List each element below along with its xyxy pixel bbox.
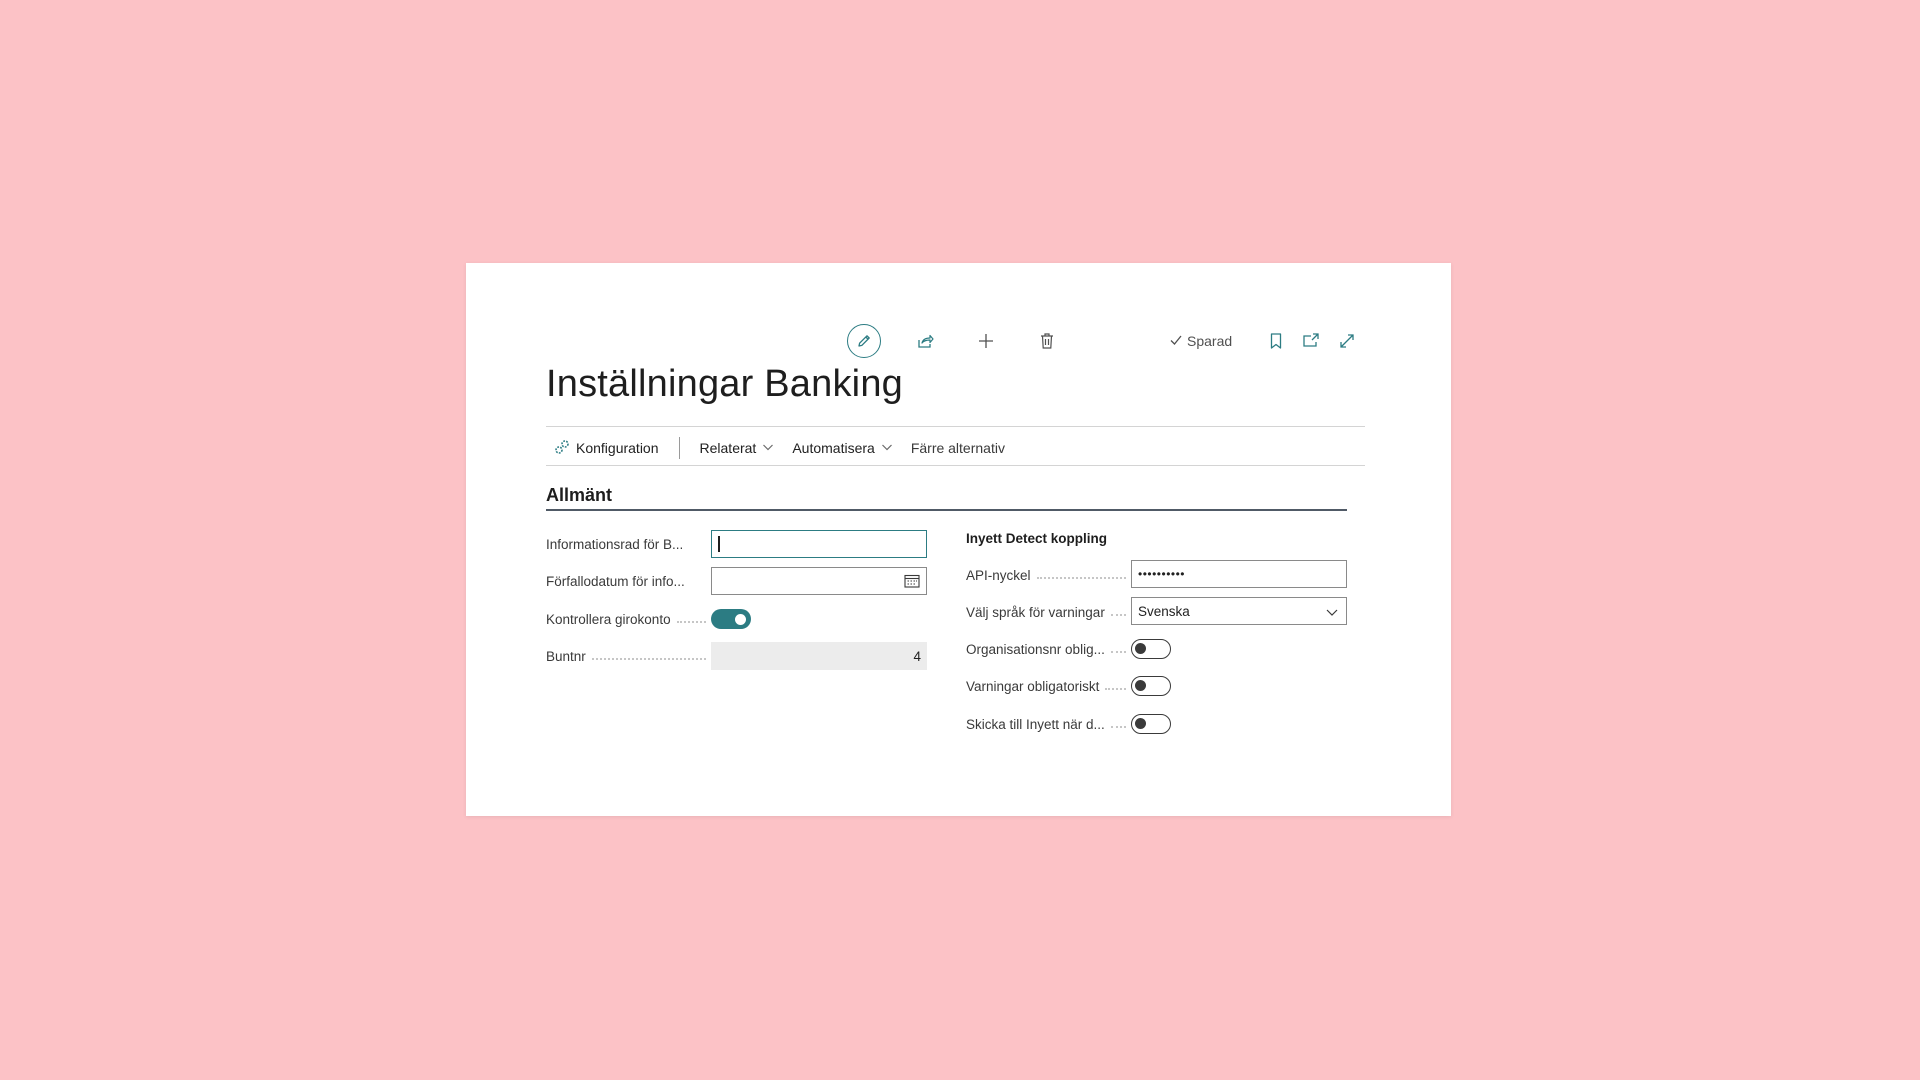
plus-icon [977,332,995,350]
dot-leader [1105,688,1126,690]
label-text: API-nyckel [966,567,1031,583]
field-label-buntnr: Buntnr [546,646,706,666]
divider [546,465,1365,466]
bookmark-icon [1269,332,1283,350]
field-label-skicka: Skicka till Inyett när d... [966,714,1126,734]
divider [546,426,1365,427]
toggle-knob [735,614,746,625]
dot-leader [1110,614,1126,616]
chevron-down-icon [881,440,893,456]
pencil-icon [847,324,881,358]
buntnr-value: 4 [711,642,927,670]
field-label-girokonto: Kontrollera girokonto [546,609,706,629]
konfiguration-action[interactable]: Konfiguration [554,439,659,458]
api-nyckel-input[interactable]: •••••••••• [1131,560,1347,588]
action-bar: Konfiguration Relaterat Automatisera Fär… [554,436,1005,460]
expand-button[interactable] [1330,324,1364,358]
section-title[interactable]: Allmänt [546,485,612,506]
edit-button[interactable] [847,324,881,358]
chevron-down-icon [1326,606,1338,621]
open-in-new-window-button[interactable] [1294,324,1328,358]
varningar-obligatoriskt-toggle[interactable] [1131,676,1171,696]
dot-leader [676,621,706,623]
dot-leader [591,658,706,660]
label-text: Informationsrad för B... [546,536,684,552]
dot-leader [1036,577,1126,579]
field-label-sprak: Välj språk för varningar [966,602,1126,622]
field-label-forfallodatum: Förfallodatum för info... [546,571,706,591]
group-title-inyett: Inyett Detect koppling [966,531,1108,546]
gears-icon [554,439,570,458]
section-underline [546,509,1347,511]
delete-button[interactable] [1030,324,1064,358]
share-icon [916,332,934,350]
farre-alternativ-label: Färre alternativ [910,440,1005,456]
label-text: Skicka till Inyett när d... [966,716,1105,732]
relaterat-label: Relaterat [699,440,757,456]
buntnr-number: 4 [913,648,921,664]
field-label-informationsrad: Informationsrad för B... [546,534,706,554]
toggle-knob [1135,643,1146,654]
label-text: Varningar obligatoriskt [966,678,1100,694]
toggle-knob [1135,680,1146,691]
label-text: Välj språk för varningar [966,604,1105,620]
chevron-down-icon [762,440,774,456]
forfallodatum-input[interactable] [711,567,927,595]
automatisera-label: Automatisera [792,440,875,456]
action-separator [678,437,680,459]
farre-alternativ-action[interactable]: Färre alternativ [911,440,1005,456]
automatisera-menu[interactable]: Automatisera [792,440,892,456]
input-value: •••••••••• [1138,567,1186,581]
calendar-icon[interactable] [904,574,920,591]
label-text: Organisationsnr oblig... [966,641,1105,657]
dot-leader [1110,651,1126,653]
page-title: Inställningar Banking [546,363,903,405]
relaterat-menu[interactable]: Relaterat [700,440,775,456]
saved-label: Sparad [1187,333,1233,349]
field-label-organisationsnr: Organisationsnr oblig... [966,639,1126,659]
open-in-new-window-icon [1302,332,1320,350]
trash-icon [1039,332,1055,350]
checkmark-icon [1169,333,1183,350]
saved-status: Sparad [1169,331,1232,351]
new-button[interactable] [969,324,1003,358]
label-text: Förfallodatum för info... [546,573,685,589]
informationsrad-input[interactable] [711,530,927,558]
select-value: Svenska [1138,603,1190,619]
label-text: Buntnr [546,648,586,664]
text-caret [718,536,720,552]
field-label-varningar: Varningar obligatoriskt [966,676,1126,696]
language-select[interactable]: Svenska [1131,597,1347,625]
share-button[interactable] [908,324,942,358]
expand-icon [1338,332,1356,350]
field-label-api-nyckel: API-nyckel [966,565,1126,585]
kontrollera-girokonto-toggle[interactable] [711,609,751,629]
konfiguration-label: Konfiguration [576,440,659,456]
organisationsnr-toggle[interactable] [1131,639,1171,659]
skicka-till-inyett-toggle[interactable] [1131,714,1171,734]
toggle-knob [1135,718,1146,729]
bookmark-button[interactable] [1259,324,1293,358]
dot-leader [1110,726,1126,728]
label-text: Kontrollera girokonto [546,611,671,627]
